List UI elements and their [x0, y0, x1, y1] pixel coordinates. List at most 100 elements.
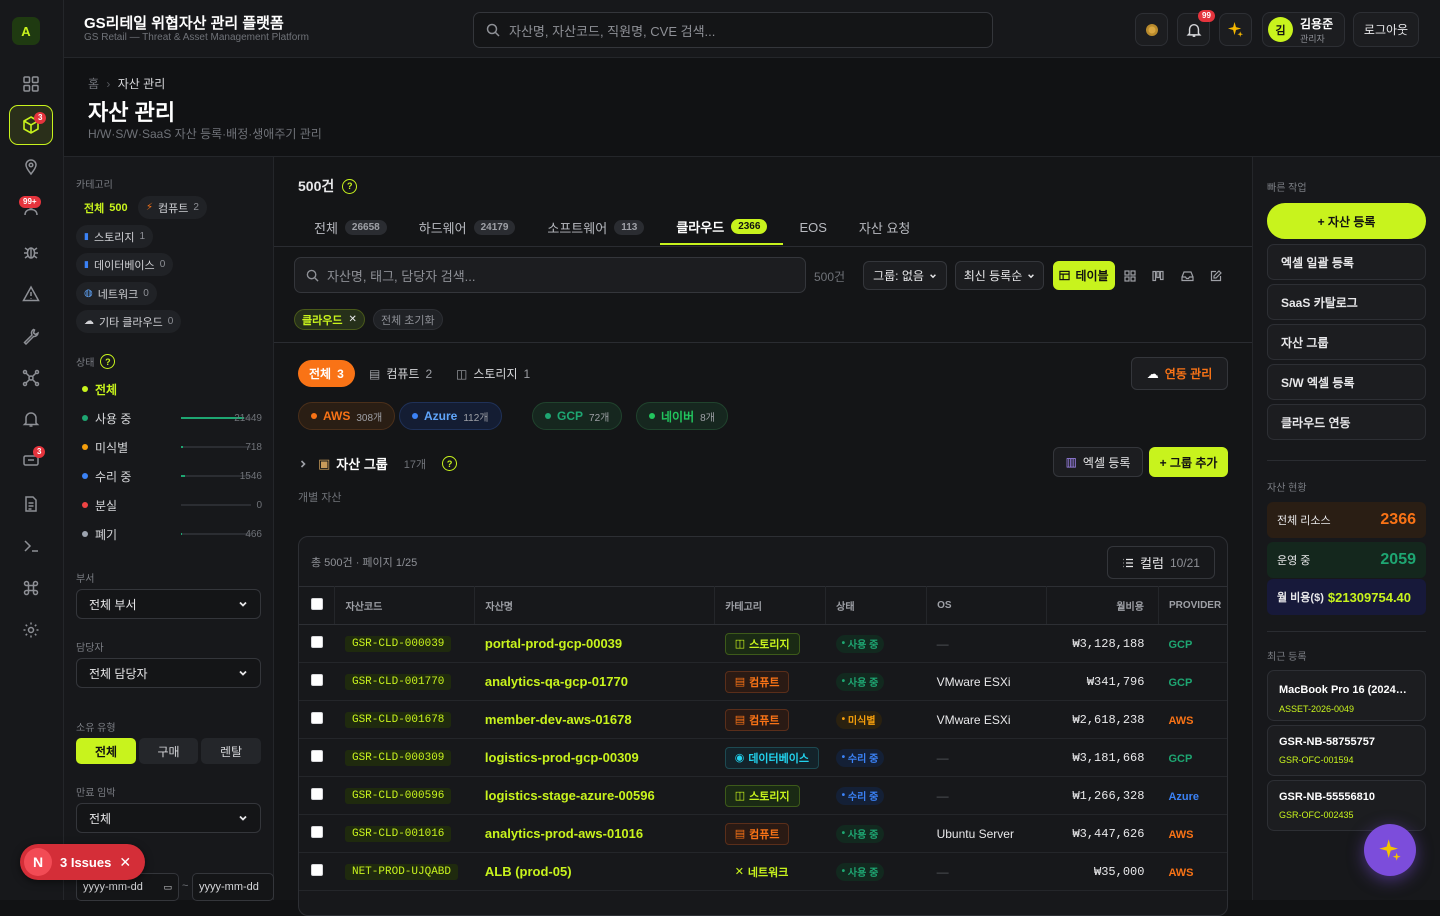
view-kanban-button[interactable]	[1144, 261, 1172, 290]
asset-code[interactable]: NET-PROD-UJQABD	[344, 864, 459, 880]
ownership-all[interactable]: 전체	[76, 738, 136, 764]
tab-hardware[interactable]: 하드웨어 24179	[403, 209, 532, 245]
table-row[interactable]: GSR-CLD-000596 logistics-stage-azure-0059…	[299, 776, 1227, 815]
category-filter-storage[interactable]: ▮ 스토리지 1	[76, 225, 153, 248]
tab-all[interactable]: 전체 26658	[298, 209, 403, 245]
status-filter-disposed[interactable]: 폐기 466	[82, 524, 262, 544]
global-search-input[interactable]: 자산명, 자산코드, 직원명, CVE 검색...	[473, 12, 993, 48]
table-row[interactable]: GSR-CLD-000309 logistics-prod-gcp-00309 ◉ 데…	[299, 738, 1227, 777]
asset-name-link[interactable]: ALB (prod-05)	[485, 864, 572, 879]
dept-select[interactable]: 전체 부서	[76, 589, 261, 619]
subtab-all[interactable]: 전체 3	[298, 360, 355, 387]
add-group-button[interactable]: + 그룹 추가	[1149, 447, 1228, 477]
edit-button[interactable]	[1202, 261, 1230, 290]
owner-select[interactable]: 전체 담당자	[76, 658, 261, 688]
asset-name-link[interactable]: logistics-stage-azure-00596	[485, 788, 655, 803]
nav-terminal[interactable]	[9, 528, 53, 564]
status-filter-active[interactable]: 사용 중 21449	[82, 408, 262, 428]
category-filter-database[interactable]: ▮ 데이터베이스 0	[76, 253, 174, 276]
close-icon[interactable]: ✕	[119, 854, 131, 871]
nav-alerts[interactable]	[9, 276, 53, 312]
nav-settings[interactable]	[9, 612, 53, 648]
tab-software[interactable]: 소프트웨어 113	[531, 209, 660, 245]
recent-item[interactable]: MacBook Pro 16 (2024년식) ASSET-2026-0049	[1267, 670, 1426, 721]
column-header-os[interactable]: OS	[926, 586, 1047, 625]
status-filter-repair[interactable]: 수리 중 1546	[82, 466, 262, 486]
category-filter-network[interactable]: ◍ 네트워크 0	[76, 282, 157, 305]
recent-item[interactable]: GSR-NB-58755757 GSR-OFC-001594	[1267, 725, 1426, 776]
status-filter-all[interactable]: 전체	[82, 379, 262, 399]
sort-select[interactable]: 최신 등록순	[955, 261, 1044, 290]
asset-code[interactable]: GSR-CLD-000039	[344, 636, 452, 652]
nav-network[interactable]	[9, 360, 53, 396]
column-header-cost[interactable]: 월비용	[1046, 586, 1159, 625]
help-icon[interactable]: ?	[342, 178, 358, 194]
category-filter-other-cloud[interactable]: ☁ 기타 클라우드 0	[76, 310, 182, 333]
asset-name-link[interactable]: portal-prod-gcp-00039	[485, 636, 622, 651]
asset-group-header[interactable]: ▣ 자산 그룹 17개 ?	[298, 454, 458, 473]
nav-documents[interactable]	[9, 486, 53, 522]
provider-aws[interactable]: AWS 308개	[298, 402, 396, 430]
row-checkbox[interactable]	[311, 674, 323, 686]
row-checkbox[interactable]	[311, 864, 323, 876]
view-table-button[interactable]: 테이블	[1053, 261, 1115, 290]
issues-indicator[interactable]: N 3 Issues ✕	[20, 844, 145, 880]
saas-catalog-button[interactable]: SaaS 카탈로그	[1267, 284, 1426, 320]
table-row[interactable]: NET-PROD-UJQABD ALB (prod-05) ✕ 네트워크 • 사용 중 —…	[299, 852, 1227, 891]
excel-register-button[interactable]: ▥ 엑셀 등록	[1053, 447, 1143, 477]
nav-tickets[interactable]: 3	[9, 442, 53, 478]
group-select[interactable]: 그룹: 없음	[863, 261, 947, 290]
table-row[interactable]: GSR-CLD-001016 analytics-prod-aws-01016 ▤ 컴…	[299, 814, 1227, 853]
row-checkbox[interactable]	[311, 750, 323, 762]
nav-dashboard[interactable]	[9, 66, 53, 102]
row-checkbox[interactable]	[311, 826, 323, 838]
select-all-checkbox[interactable]	[311, 598, 323, 610]
provider-azure[interactable]: Azure 112개	[399, 402, 502, 430]
expiry-select[interactable]: 전체	[76, 803, 261, 833]
date-to-input[interactable]: yyyy-mm-dd	[192, 873, 274, 901]
nav-location[interactable]	[9, 149, 53, 185]
tab-cloud[interactable]: 클라우드 2366	[660, 209, 784, 245]
subtab-storage[interactable]: ◫ 스토리지 1	[456, 360, 530, 387]
category-filter-compute[interactable]: ⚡ 컴퓨트 2	[138, 196, 207, 219]
active-filter-chip[interactable]: 클라우드 ✕	[294, 309, 365, 330]
asset-code[interactable]: GSR-CLD-000596	[344, 788, 452, 804]
asset-group-button[interactable]: 자산 그룹	[1267, 324, 1426, 360]
nav-bug[interactable]	[9, 234, 53, 270]
user-menu[interactable]: 김 김용준 관리자	[1262, 12, 1345, 47]
sw-excel-register-button[interactable]: S/W 엑셀 등록	[1267, 364, 1426, 400]
recent-item[interactable]: GSR-NB-55556810 GSR-OFC-002435	[1267, 780, 1426, 831]
column-header-code[interactable]: 자산코드	[334, 586, 476, 625]
column-header-status[interactable]: 상태	[825, 586, 928, 625]
help-icon[interactable]: ?	[442, 456, 458, 471]
view-grid-button[interactable]	[1116, 261, 1144, 290]
category-filter-all[interactable]: 전체 500	[76, 196, 136, 219]
asset-code[interactable]: GSR-CLD-001016	[344, 826, 452, 842]
ownership-rental[interactable]: 렌탈	[201, 738, 261, 764]
asset-name-link[interactable]: member-dev-aws-01678	[485, 712, 632, 727]
asset-code[interactable]: GSR-CLD-001678	[344, 712, 452, 728]
close-icon[interactable]: ✕	[348, 314, 356, 325]
theme-toggle-button[interactable]	[1135, 13, 1168, 46]
nav-command[interactable]	[9, 570, 53, 606]
app-logo[interactable]: A	[12, 17, 40, 45]
row-checkbox[interactable]	[311, 636, 323, 648]
ai-assistant-button[interactable]	[1364, 824, 1416, 876]
tab-eos[interactable]: EOS	[783, 209, 842, 245]
table-row[interactable]: GSR-CLD-001678 member-dev-aws-01678 ▤ 컴퓨트 • …	[299, 700, 1227, 739]
excel-bulk-register-button[interactable]: 엑셀 일괄 등록	[1267, 244, 1426, 280]
notifications-button[interactable]: 99	[1177, 10, 1215, 46]
status-filter-unknown[interactable]: 미식별 718	[82, 437, 262, 457]
asset-code[interactable]: GSR-CLD-000309	[344, 750, 452, 766]
nav-users[interactable]: 99+	[9, 190, 53, 226]
status-filter-lost[interactable]: 분실 0	[82, 495, 262, 515]
ai-sparkle-button[interactable]	[1219, 13, 1252, 46]
column-header-name[interactable]: 자산명	[474, 586, 716, 625]
subtab-compute[interactable]: ▤ 컴퓨트 2	[369, 360, 432, 387]
column-header-provider[interactable]: PROVIDER	[1158, 586, 1227, 625]
breadcrumb-home[interactable]: 홈	[88, 77, 99, 91]
view-inbox-button[interactable]	[1173, 261, 1201, 290]
column-header-category[interactable]: 카테고리	[714, 586, 827, 625]
tab-asset-request[interactable]: 자산 요청	[843, 209, 926, 245]
provider-gcp[interactable]: GCP 72개	[532, 402, 623, 430]
